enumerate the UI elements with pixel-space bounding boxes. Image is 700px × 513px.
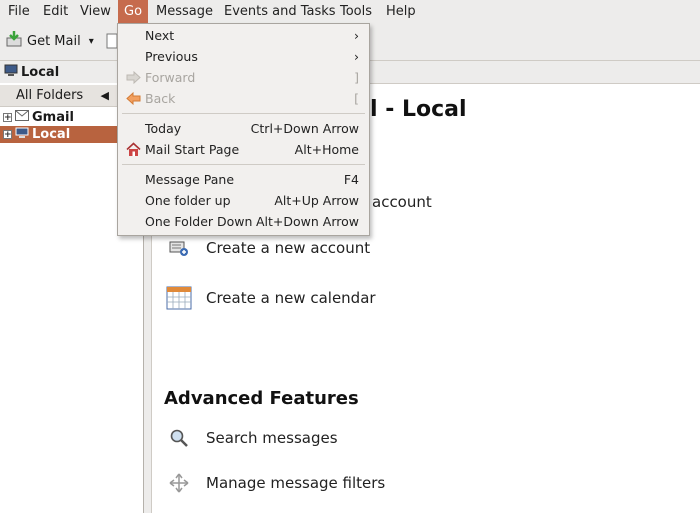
submenu-arrow-icon: › <box>354 49 359 64</box>
back-arrow-icon <box>126 91 141 106</box>
menu-item-label: Previous <box>145 49 198 64</box>
menu-item-label: Next <box>145 28 175 43</box>
menu-item-shortcut: Alt+Down Arrow <box>256 214 359 229</box>
manage-filters-label: Manage message filters <box>206 474 386 492</box>
folder-label: Gmail <box>32 110 74 125</box>
calendar-icon <box>166 285 192 311</box>
arrow-left-icon[interactable]: ◀ <box>101 89 109 102</box>
search-messages-link[interactable]: Search messages <box>166 425 338 451</box>
menu-item-shortcut: [ <box>354 91 359 106</box>
create-calendar-link[interactable]: Create a new calendar <box>166 285 376 311</box>
menu-item-next[interactable]: Next › <box>118 25 369 46</box>
menu-message[interactable]: Message <box>150 0 219 23</box>
menu-item-label: One folder up <box>145 193 231 208</box>
menu-item-one-folder-up[interactable]: One folder up Alt+Up Arrow <box>118 190 369 211</box>
menu-item-label: Message Pane <box>145 172 235 187</box>
folder-pane-header-label: Local <box>21 64 60 80</box>
menu-item-shortcut: ] <box>354 70 359 85</box>
menu-file[interactable]: File <box>2 0 36 23</box>
get-mail-button[interactable]: Get Mail ▾ <box>5 30 94 52</box>
filter-icon <box>166 470 192 496</box>
manage-filters-link[interactable]: Manage message filters <box>166 470 385 496</box>
menu-separator <box>122 164 365 165</box>
menu-edit[interactable]: Edit <box>37 0 74 23</box>
menu-go[interactable]: Go <box>118 0 149 23</box>
menu-help[interactable]: Help <box>380 0 422 23</box>
folder-label: Local <box>32 127 71 142</box>
setup-account-link[interactable]: account <box>372 189 432 215</box>
menu-item-shortcut: F4 <box>343 172 359 187</box>
home-icon <box>126 142 141 157</box>
menu-item-mail-start-page[interactable]: Mail Start Page Alt+Home <box>118 139 369 160</box>
menu-separator <box>122 113 365 114</box>
menu-events-and-tasks[interactable]: Events and Tasks <box>218 0 342 23</box>
menu-item-one-folder-down[interactable]: One Folder Down Alt+Down Arrow <box>118 211 369 232</box>
setup-account-label: account <box>372 193 432 211</box>
menu-item-shortcut: Alt+Up Arrow <box>274 193 359 208</box>
create-calendar-label: Create a new calendar <box>206 289 376 307</box>
expand-icon[interactable]: + <box>3 130 12 140</box>
create-account-label: Create a new account <box>206 239 371 257</box>
menu-item-previous[interactable]: Previous › <box>118 46 369 67</box>
chevron-down-icon[interactable]: ▾ <box>89 36 94 47</box>
advanced-features-heading: Advanced Features <box>164 388 359 409</box>
submenu-arrow-icon: › <box>354 28 359 43</box>
go-menu-dropdown: Next › Previous › Forward ] Back [ Today… <box>117 23 370 236</box>
get-mail-label: Get Mail <box>27 33 81 49</box>
get-mail-icon <box>5 30 23 52</box>
account-add-icon <box>166 235 192 261</box>
menu-item-label: One Folder Down <box>145 214 253 229</box>
menu-item-label: Mail Start Page <box>145 142 240 157</box>
create-account-link[interactable]: Create a new account <box>166 235 370 261</box>
menubar: File Edit View Go Message Events and Tas… <box>0 0 700 23</box>
menu-item-label: Forward <box>145 70 196 85</box>
mail-account-icon <box>15 110 29 125</box>
menu-item-label: Today <box>145 121 182 136</box>
computer-icon <box>4 64 18 81</box>
page-title: l - Local <box>370 97 467 122</box>
forward-arrow-icon <box>126 70 141 85</box>
computer-icon <box>15 127 29 143</box>
menu-item-back[interactable]: Back [ <box>118 88 369 109</box>
search-messages-label: Search messages <box>206 429 338 447</box>
expand-icon[interactable]: + <box>3 113 12 123</box>
menu-view[interactable]: View <box>74 0 117 23</box>
menu-item-label: Back <box>145 91 176 106</box>
menu-item-message-pane[interactable]: Message Pane F4 <box>118 169 369 190</box>
menu-item-forward[interactable]: Forward ] <box>118 67 369 88</box>
menu-item-shortcut: Ctrl+Down Arrow <box>250 121 359 136</box>
menu-item-today[interactable]: Today Ctrl+Down Arrow <box>118 118 369 139</box>
search-icon <box>166 425 192 451</box>
folder-view-label: All Folders <box>16 88 84 103</box>
menu-tools[interactable]: Tools <box>334 0 378 23</box>
menu-item-shortcut: Alt+Home <box>294 142 359 157</box>
